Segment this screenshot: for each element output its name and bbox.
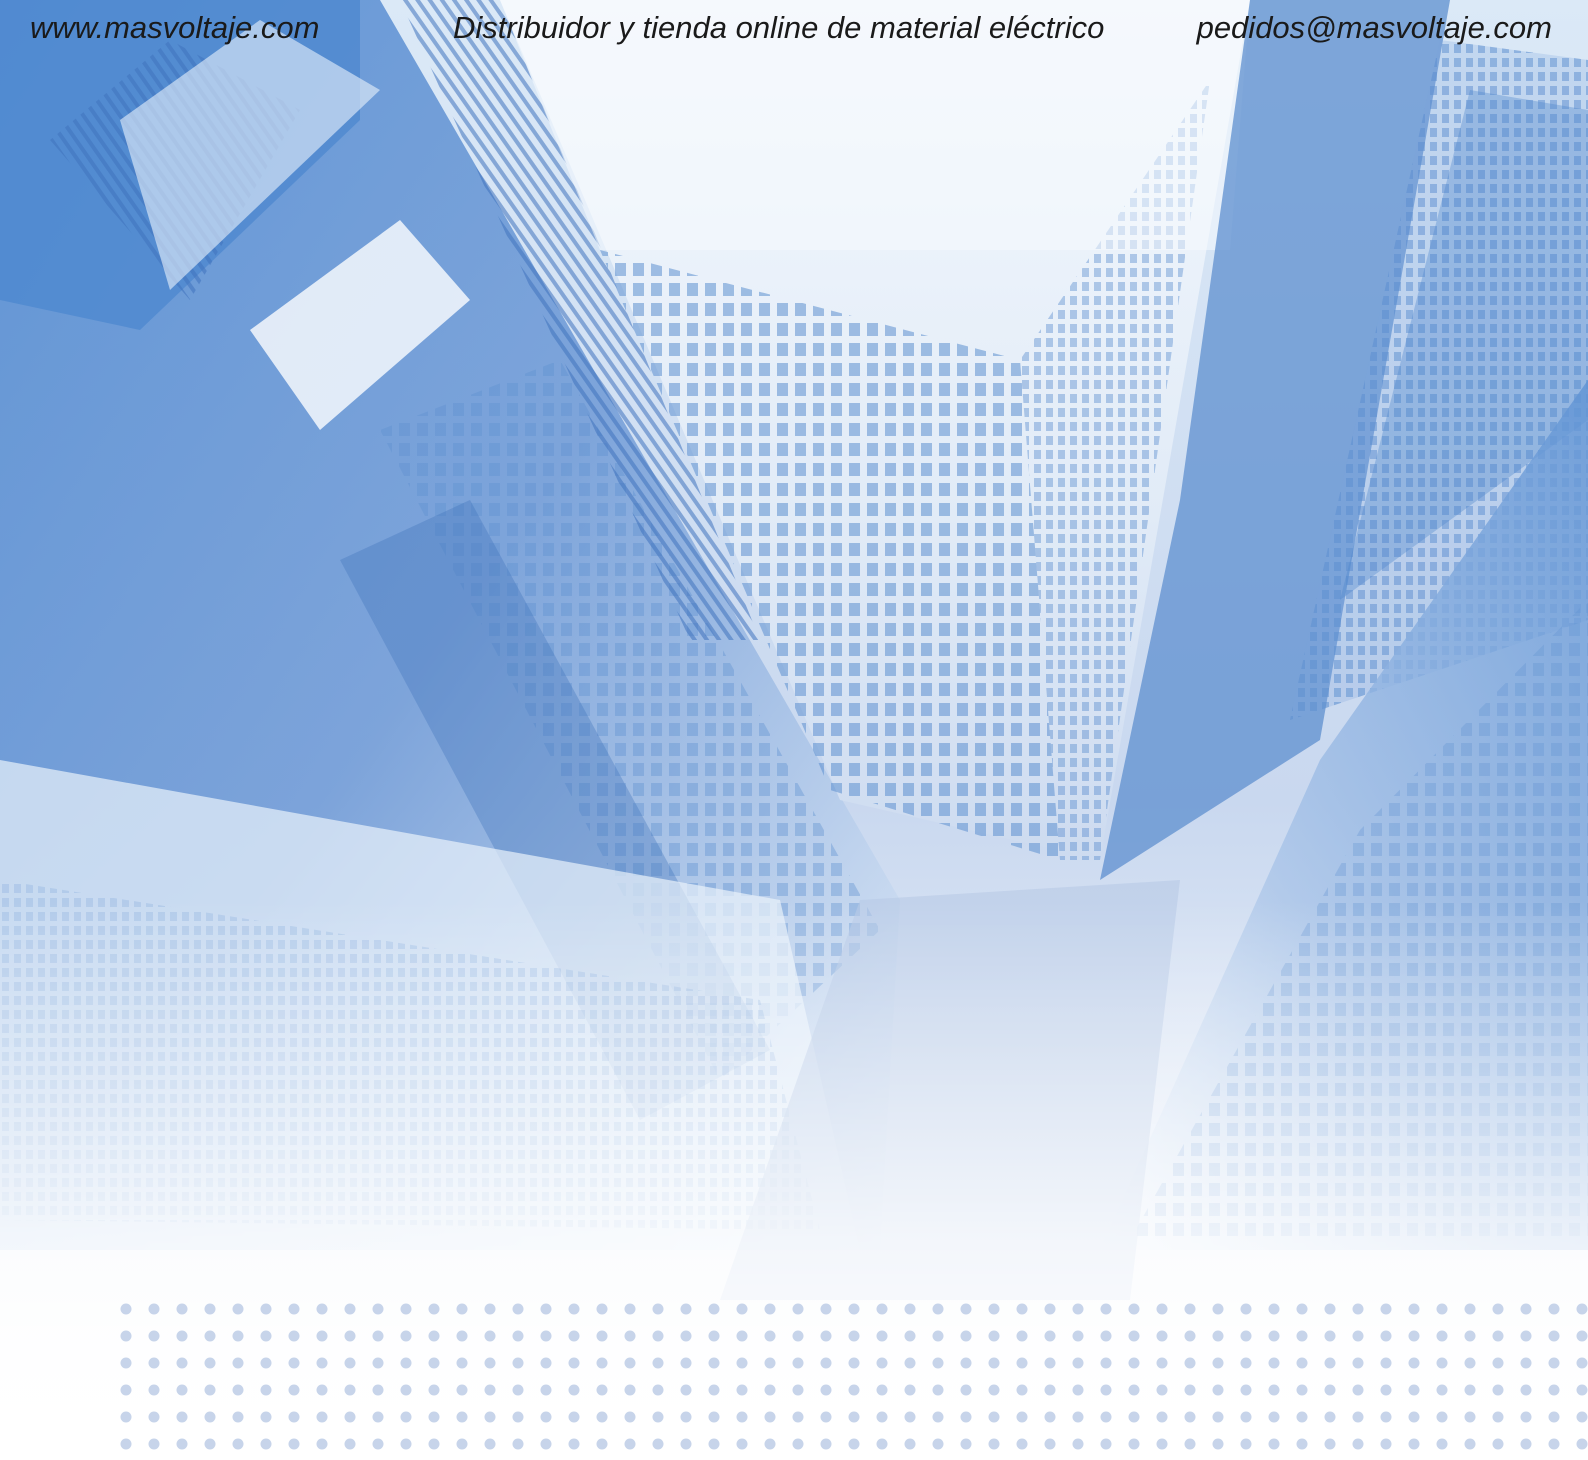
catalog-cover-page: www.masvoltaje.com Distribuidor y tienda… — [0, 0, 1588, 1460]
contact-email: pedidos@masvoltaje.com — [1196, 10, 1552, 45]
company-tagline: Distribuidor y tienda online de material… — [453, 10, 1105, 45]
skyscrapers-background-illustration — [0, 0, 1588, 1460]
website-url: www.masvoltaje.com — [30, 10, 320, 45]
